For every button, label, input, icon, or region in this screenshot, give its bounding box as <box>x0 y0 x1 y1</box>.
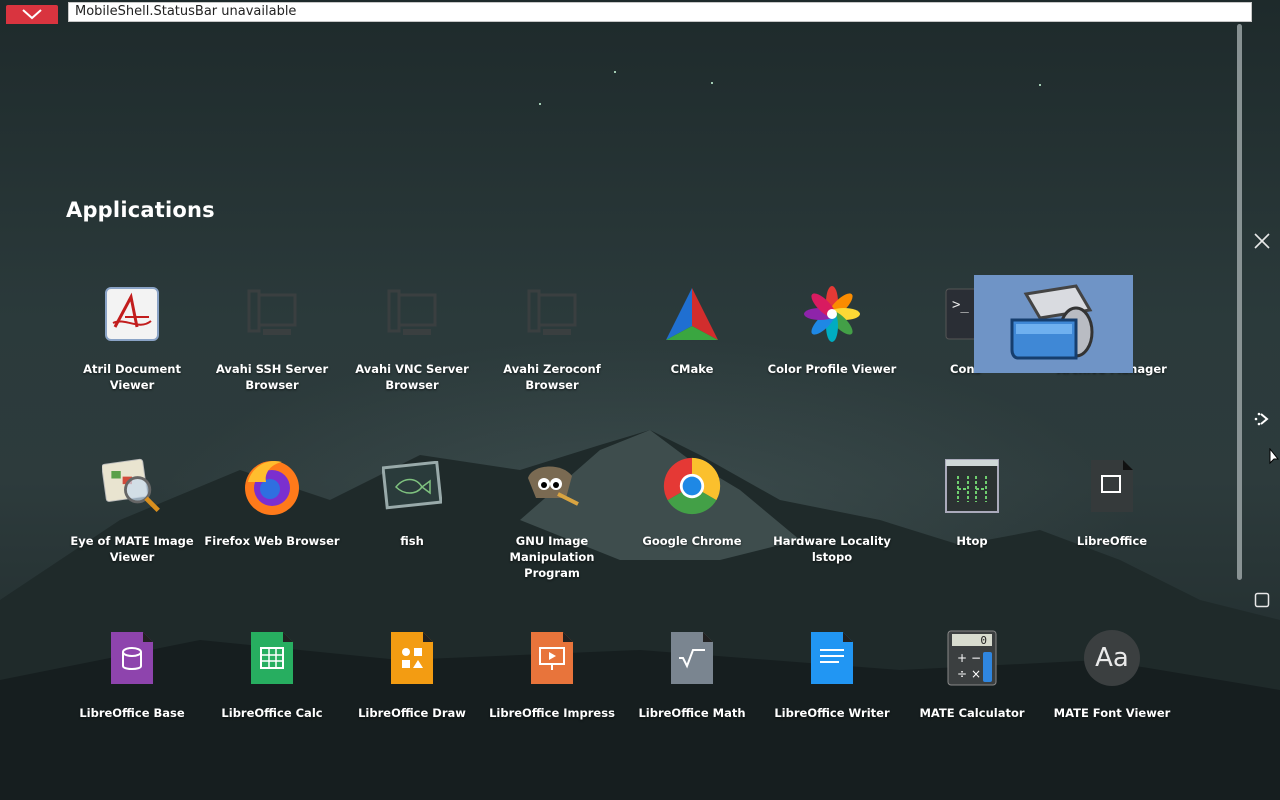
app-label: LibreOffice Base <box>79 706 185 720</box>
archive-box-icon <box>1006 280 1102 368</box>
avahi-zeroconf-icon <box>522 282 582 346</box>
app-tile[interactable]: Aa MATE Font Viewer <box>1042 620 1182 770</box>
fish-icon <box>382 454 442 518</box>
app-label: LibreOffice Calc <box>221 706 323 720</box>
close-button[interactable] <box>1251 232 1273 254</box>
app-tile[interactable]: Google Chrome <box>622 448 762 598</box>
libreoffice-calc-icon <box>242 626 302 690</box>
move-arrows-icon <box>1253 410 1271 432</box>
eye-of-mate-icon <box>102 454 162 518</box>
app-label: Color Profile Viewer <box>767 362 897 376</box>
firefox-icon <box>242 454 302 518</box>
chrome-icon <box>662 454 722 518</box>
calculator-display: 0 <box>980 634 987 647</box>
app-label: Hardware Locality lstopo <box>773 534 891 564</box>
app-tile[interactable]: LibreOffice Draw <box>342 620 482 770</box>
font-viewer-glyph: Aa <box>1084 630 1140 686</box>
status-bar: MobileShell.StatusBar unavailable <box>0 0 1280 24</box>
app-tile[interactable]: LibreOffice Calc <box>202 620 342 770</box>
svg-text:×: × <box>971 667 981 681</box>
app-label: LibreOffice Writer <box>774 706 890 720</box>
app-label: LibreOffice Draw <box>358 706 466 720</box>
app-label: LibreOffice Impress <box>489 706 615 720</box>
app-label: Atril Document Viewer <box>83 362 181 392</box>
svg-text:÷: ÷ <box>957 667 967 681</box>
maximize-button[interactable] <box>1252 592 1272 612</box>
app-label: CMake <box>670 362 714 376</box>
app-label: Avahi SSH Server Browser <box>215 362 329 392</box>
close-launcher-button[interactable] <box>6 5 58 24</box>
libreoffice-icon <box>1082 454 1142 518</box>
app-tile[interactable]: Hardware Locality lstopo <box>762 448 902 598</box>
app-tile[interactable]: Firefox Web Browser <box>202 448 342 598</box>
gimp-icon <box>522 454 582 518</box>
libreoffice-base-icon <box>102 626 162 690</box>
app-label: MATE Font Viewer <box>1053 706 1171 720</box>
app-label: Avahi VNC Server Browser <box>355 362 469 392</box>
app-label: GNU Image Manipulation Program <box>509 534 595 580</box>
svg-text:+: + <box>957 651 967 665</box>
libreoffice-math-icon <box>662 626 722 690</box>
app-tile[interactable]: GNU Image Manipulation Program <box>482 448 622 598</box>
app-tile[interactable]: CMake <box>622 276 762 426</box>
app-label: LibreOffice <box>1076 534 1148 548</box>
avahi-vnc-icon <box>382 282 442 346</box>
app-label: LibreOffice Math <box>638 706 746 720</box>
terminal-prompt: >_ <box>952 297 969 313</box>
section-title: Applications <box>66 198 215 222</box>
app-label: MATE Calculator <box>919 706 1025 720</box>
app-tile[interactable]: fish <box>342 448 482 598</box>
app-tile[interactable]: Eye of MATE Image Viewer <box>62 448 202 598</box>
square-icon <box>1254 592 1270 612</box>
app-tile[interactable]: Avahi SSH Server Browser <box>202 276 342 426</box>
app-tile[interactable]: Htop <box>902 448 1042 598</box>
htop-icon <box>942 454 1002 518</box>
app-tile[interactable]: LibreOffice <box>1042 448 1182 598</box>
app-tile[interactable]: Atril Document Viewer <box>62 276 202 426</box>
dragged-archive-icon[interactable] <box>974 275 1133 373</box>
mate-calculator-icon: 0 + − ÷ × <box>942 626 1002 690</box>
app-tile[interactable]: LibreOffice Impress <box>482 620 622 770</box>
svg-text:−: − <box>971 651 981 665</box>
color-profile-icon <box>802 282 862 346</box>
mate-font-viewer-icon: Aa <box>1082 626 1142 690</box>
app-label: Google Chrome <box>642 534 742 548</box>
app-tile[interactable]: LibreOffice Math <box>622 620 762 770</box>
app-label: Avahi Zeroconf Browser <box>503 362 601 392</box>
app-label: Eye of MATE Image Viewer <box>70 534 194 564</box>
status-bar-text: MobileShell.StatusBar unavailable <box>68 2 1252 22</box>
app-tile[interactable]: Avahi Zeroconf Browser <box>482 276 622 426</box>
move-button[interactable] <box>1251 410 1273 432</box>
chevron-down-icon <box>21 5 43 24</box>
scrollbar[interactable] <box>1237 24 1242 580</box>
cmake-icon <box>662 282 722 346</box>
app-tile[interactable]: 0 + − ÷ × MATE Calculator <box>902 620 1042 770</box>
app-tile[interactable]: Avahi VNC Server Browser <box>342 276 482 426</box>
app-label: fish <box>400 534 424 548</box>
close-icon <box>1253 232 1271 254</box>
app-tile[interactable]: Color Profile Viewer <box>762 276 902 426</box>
app-label: Firefox Web Browser <box>204 534 340 548</box>
avahi-ssh-icon <box>242 282 302 346</box>
mouse-cursor <box>1268 447 1280 470</box>
libreoffice-draw-icon <box>382 626 442 690</box>
atril-icon <box>102 282 162 346</box>
cursor-icon <box>1269 447 1280 470</box>
lstopo-icon <box>802 454 862 518</box>
libreoffice-writer-icon <box>802 626 862 690</box>
app-label: Htop <box>956 534 988 548</box>
app-tile[interactable]: LibreOffice Base <box>62 620 202 770</box>
libreoffice-impress-icon <box>522 626 582 690</box>
app-tile[interactable]: LibreOffice Writer <box>762 620 902 770</box>
